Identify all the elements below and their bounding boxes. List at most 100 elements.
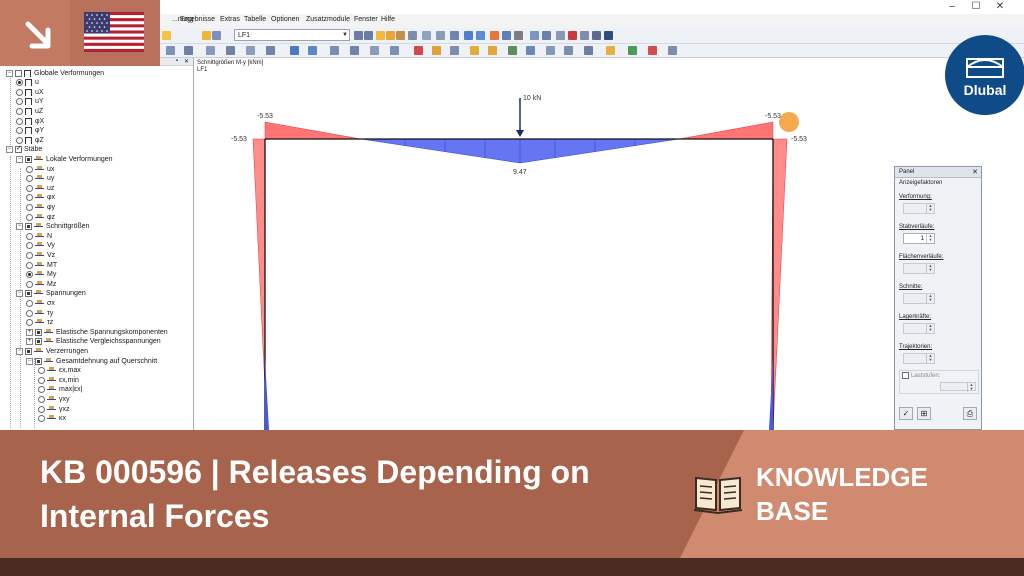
tree-radio[interactable]	[26, 194, 33, 202]
tree-radio[interactable]	[26, 280, 33, 288]
combination-icon[interactable]	[508, 46, 517, 55]
divide-icon[interactable]	[390, 46, 399, 55]
release-icon[interactable]	[414, 46, 423, 55]
tree-radio[interactable]	[38, 376, 45, 384]
selected-node-highlight[interactable]	[779, 112, 799, 132]
result-toggle-icon[interactable]	[202, 31, 211, 40]
tree-radio[interactable]	[26, 175, 33, 183]
tree-item[interactable]: φY	[16, 126, 44, 136]
camera-icon[interactable]	[592, 31, 601, 40]
tree-item[interactable]: − Gesamtdehnung auf Querschnitt	[26, 356, 157, 366]
expand-icon[interactable]: +	[26, 328, 33, 336]
tree-item[interactable]: − Schnittgrößen	[16, 222, 90, 232]
line-icon[interactable]	[184, 46, 193, 55]
menu-item-table[interactable]: Tabelle	[244, 16, 266, 23]
tree-radio[interactable]	[26, 184, 33, 192]
tree-radio[interactable]	[26, 242, 33, 250]
calculate-icon[interactable]	[526, 46, 535, 55]
tree-item[interactable]: σx	[26, 298, 55, 308]
view-icon[interactable]	[450, 31, 459, 40]
values-icon[interactable]	[386, 31, 395, 40]
menu-item-extras[interactable]: Extras	[220, 16, 240, 23]
tree-radio[interactable]	[38, 415, 45, 423]
tree-radio[interactable]	[26, 261, 33, 269]
tree-item[interactable]: N	[26, 231, 52, 241]
tree-radio[interactable]	[38, 395, 45, 403]
tree-item[interactable]: + Elastische Vergleichsspannungen	[26, 337, 161, 347]
tree-item[interactable]: Vz	[26, 250, 55, 260]
move-icon[interactable]	[350, 46, 359, 55]
tree-radio[interactable]	[38, 367, 45, 375]
load-steps-option[interactable]: Laststufen:	[900, 371, 978, 380]
tree-radio[interactable]	[26, 165, 33, 173]
tree-radio[interactable]	[16, 117, 23, 125]
tree-checkbox[interactable]	[15, 144, 22, 154]
moment-icon[interactable]	[408, 31, 417, 40]
tree-radio[interactable]	[16, 136, 23, 144]
tree-radio[interactable]	[26, 271, 33, 279]
collapse-icon[interactable]: −	[16, 347, 23, 355]
tree-item[interactable]: Vy	[26, 241, 55, 251]
deformation-icon[interactable]	[396, 31, 405, 40]
tree-item[interactable]: εx,max	[38, 366, 81, 376]
tree-radio[interactable]	[26, 299, 33, 307]
select-icon[interactable]	[290, 46, 299, 55]
load-steps-checkbox[interactable]	[902, 372, 909, 379]
menu-item-window[interactable]: Fenster	[354, 16, 378, 23]
expand-icon[interactable]: +	[26, 338, 33, 346]
tree-radio[interactable]	[38, 405, 45, 413]
tree-item[interactable]: uZ	[16, 106, 43, 116]
mirror-icon[interactable]	[370, 46, 379, 55]
tree-radio[interactable]	[16, 127, 23, 135]
tree-radio[interactable]	[38, 386, 45, 394]
tree-item[interactable]: − Spannungen	[16, 289, 86, 299]
zoom-icon[interactable]	[530, 31, 539, 40]
highlight-icon[interactable]	[490, 31, 499, 40]
tree-item[interactable]: ux	[26, 164, 54, 174]
tree-item[interactable]: max|εx|	[38, 385, 82, 395]
collapse-icon[interactable]: −	[6, 69, 13, 77]
tree-item[interactable]: uX	[16, 87, 44, 97]
sections-factor-input[interactable]: ▲ ▼	[903, 293, 935, 304]
panel-close-icon[interactable]: ✕	[972, 167, 978, 178]
loadcase-select[interactable]: LF1 ▼	[234, 29, 350, 41]
support-reactions-factor-input[interactable]: ▲ ▼	[903, 323, 935, 334]
close-icon[interactable]: ✕	[990, 0, 1010, 14]
tree-item[interactable]: uy	[26, 174, 54, 184]
tree-radio[interactable]	[26, 232, 33, 240]
deformation-factor-input[interactable]: ▲ ▼	[903, 203, 935, 214]
tree-item[interactable]: − Lokale Verformungen	[16, 154, 113, 164]
tree-radio[interactable]	[26, 319, 33, 327]
print-icon[interactable]	[514, 31, 523, 40]
model-icon[interactable]	[464, 31, 473, 40]
tree-radio[interactable]	[26, 213, 33, 221]
next-loadcase-icon[interactable]	[364, 31, 373, 40]
menu-item-results[interactable]: Ergebnisse	[180, 16, 215, 23]
tree-radio[interactable]	[26, 309, 33, 317]
tree-checkbox[interactable]	[25, 223, 32, 231]
collapse-icon[interactable]: −	[26, 357, 33, 365]
collapse-icon[interactable]: −	[16, 155, 23, 163]
tree-radio[interactable]	[26, 203, 33, 211]
stop-icon[interactable]	[648, 46, 657, 55]
copy-icon[interactable]	[330, 46, 339, 55]
tree-item[interactable]: MT	[26, 260, 57, 270]
tree-item[interactable]: κx	[38, 414, 66, 424]
hinge-icon[interactable]	[432, 46, 441, 55]
load-icon[interactable]	[470, 46, 479, 55]
solid-icon[interactable]	[246, 46, 255, 55]
menu-item-addon-modules[interactable]: Zusatzmodule	[306, 16, 350, 23]
tree-radio[interactable]	[16, 88, 23, 96]
loadcase-icon[interactable]	[488, 46, 497, 55]
tree-checkbox[interactable]	[35, 328, 42, 336]
us-flag-icon[interactable]	[84, 12, 144, 52]
collapse-icon[interactable]: −	[6, 146, 13, 154]
window-select-icon[interactable]	[308, 46, 317, 55]
surface-diagrams-factor-input[interactable]: ▲ ▼	[903, 263, 935, 274]
tree-item[interactable]: uY	[16, 97, 44, 107]
tree-item[interactable]: + Elastische Spannungskomponenten	[26, 327, 168, 337]
surface-icon[interactable]	[226, 46, 235, 55]
check-icon[interactable]	[546, 46, 555, 55]
tree-radio[interactable]	[26, 251, 33, 259]
tree-item[interactable]: − Verzerrungen	[16, 346, 88, 356]
